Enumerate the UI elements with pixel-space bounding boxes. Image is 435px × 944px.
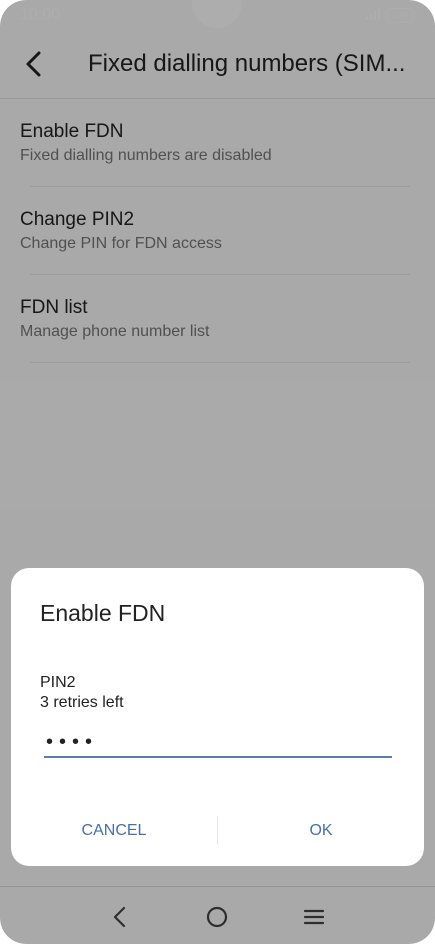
ok-button[interactable]: OK [218,816,424,846]
retries-left-text: 3 retries left [40,694,124,711]
cancel-button[interactable]: CANCEL [11,816,217,846]
phone-screen: 10:00 100 Fixed dialling numbers (SIM...… [0,0,435,944]
pin2-label: PIN2 [40,674,76,691]
dialog-title: Enable FDN [40,600,166,626]
pin2-input[interactable] [44,728,392,758]
dialog-actions: CANCEL OK [11,816,424,846]
enable-fdn-dialog: Enable FDN PIN2 3 retries left CANCEL OK [11,568,424,866]
